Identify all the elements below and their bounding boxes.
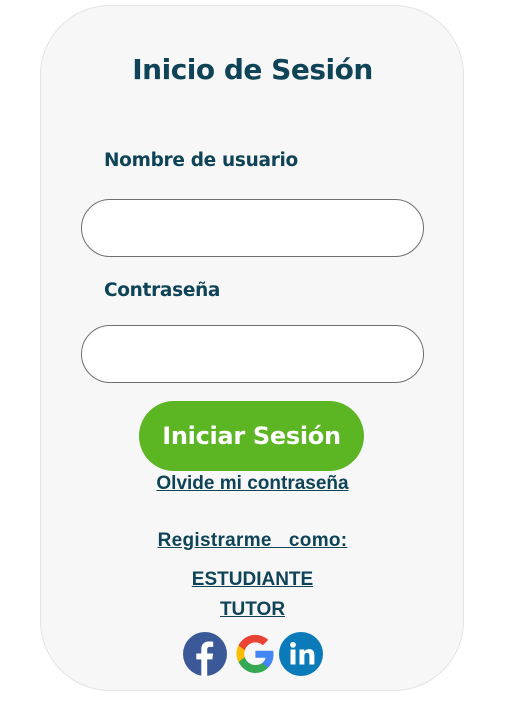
password-label: Contraseña [104, 280, 221, 301]
username-label: Nombre de usuario [104, 150, 298, 171]
register-student-link[interactable]: ESTUDIANTE [0, 569, 505, 591]
password-input[interactable] [81, 325, 424, 383]
google-icon[interactable] [233, 632, 277, 676]
register-as-link[interactable]: Registrarme como: [0, 530, 505, 552]
facebook-icon[interactable] [183, 632, 227, 676]
page-title: Inicio de Sesión [132, 53, 373, 86]
login-button[interactable]: Iniciar Sesión [139, 401, 364, 471]
username-input[interactable] [81, 199, 424, 257]
register-tutor-link[interactable]: TUTOR [0, 599, 505, 621]
forgot-password-link[interactable]: Olvide mi contraseña [0, 473, 505, 495]
linkedin-icon[interactable] [279, 632, 323, 676]
social-login-group [183, 632, 325, 678]
